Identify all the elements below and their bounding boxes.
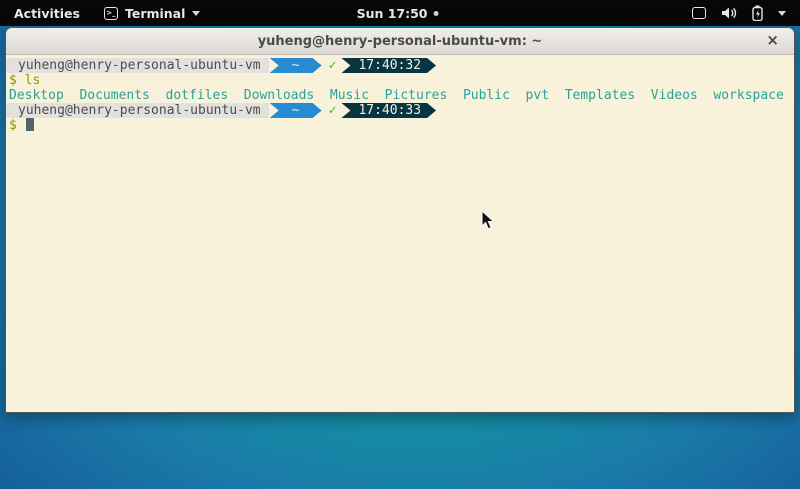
prompt-time-segment: 17:40:33: [341, 103, 436, 118]
prompt-host-segment: yuheng@henry-personal-ubuntu-vm: [6, 58, 269, 73]
typed-command: ls: [25, 73, 41, 88]
prompt-status-check-icon: ✓: [322, 58, 342, 73]
app-menu-terminal[interactable]: >_ Terminal: [94, 0, 210, 26]
prompt-line-2: yuheng@henry-personal-ubuntu-vm ~ ✓ 17:4…: [6, 103, 794, 118]
close-button[interactable]: ×: [766, 33, 779, 48]
desktop: { "topbar": { "activities_label": "Activ…: [0, 0, 800, 489]
top-bar: Activities >_ Terminal Sun 17:50: [0, 0, 800, 26]
prompt-cwd-segment: ~: [270, 58, 322, 73]
battery-charging-icon: [752, 5, 763, 21]
prompt-status-check-icon: ✓: [322, 103, 342, 118]
terminal-window: yuheng@henry-personal-ubuntu-vm: ~ × yuh…: [5, 27, 795, 413]
prompt-cwd-segment: ~: [270, 103, 322, 118]
window-title: yuheng@henry-personal-ubuntu-vm: ~: [258, 34, 543, 49]
window-titlebar[interactable]: yuheng@henry-personal-ubuntu-vm: ~ ×: [6, 28, 794, 55]
terminal-app-icon: >_: [104, 7, 118, 20]
prompt-time-segment: 17:40:32: [341, 58, 436, 73]
mouse-pointer-icon: [481, 210, 496, 231]
notification-dot: [434, 11, 439, 16]
prompt-host-segment: yuheng@henry-personal-ubuntu-vm: [6, 103, 269, 118]
terminal-content[interactable]: yuheng@henry-personal-ubuntu-vm ~ ✓ 17:4…: [6, 55, 794, 413]
chevron-down-icon: [778, 11, 786, 16]
app-menu-label: Terminal: [125, 6, 185, 21]
ls-output: Desktop Documents dotfiles Downloads Mus…: [6, 88, 794, 103]
clock-label: Sun 17:50: [357, 6, 428, 21]
prompt-symbol: $: [9, 118, 17, 133]
chevron-down-icon: [192, 11, 200, 16]
volume-icon: [721, 6, 737, 20]
activities-button[interactable]: Activities: [0, 0, 94, 26]
clock-button[interactable]: Sun 17:50: [357, 0, 439, 26]
command-line: $ ls: [6, 73, 794, 88]
prompt-line-1: yuheng@henry-personal-ubuntu-vm ~ ✓ 17:4…: [6, 58, 794, 73]
current-input-line[interactable]: $: [6, 118, 794, 133]
screen-icon: [692, 7, 706, 19]
prompt-symbol: $: [9, 73, 17, 88]
text-cursor: [26, 118, 34, 131]
system-status-area[interactable]: [692, 0, 800, 26]
